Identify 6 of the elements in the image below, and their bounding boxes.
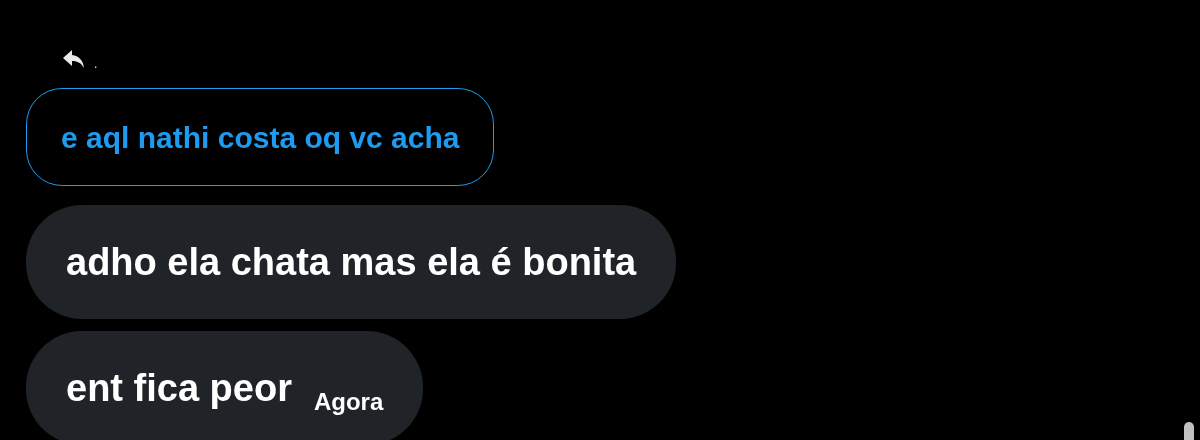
reply-icon [62, 48, 86, 70]
message-time: Agora [313, 387, 384, 417]
message-text: ent fica peor [66, 365, 292, 411]
reply-marker: . [94, 58, 98, 70]
message-text: adho ela chata mas ela é bonita [66, 239, 637, 285]
quoted-message[interactable]: e aql nathi costa oq vc acha [26, 88, 495, 186]
